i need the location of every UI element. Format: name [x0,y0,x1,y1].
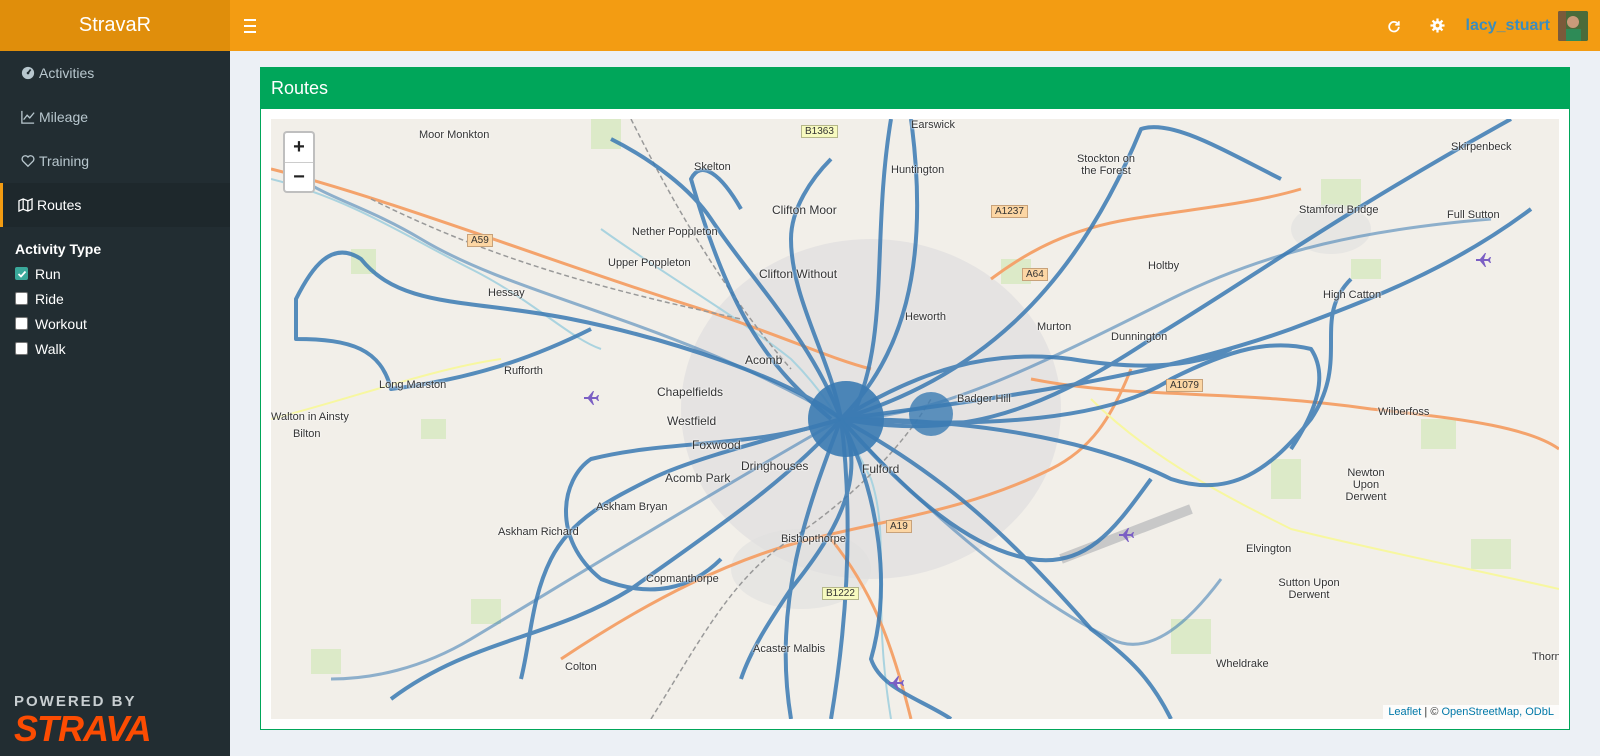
place-label: Holtby [1148,260,1180,272]
settings-button[interactable] [1416,0,1460,51]
place-label: Chapelfields [657,385,724,399]
place-label: Full Sutton [1447,209,1500,221]
place-label: Acomb [745,353,783,367]
place-label: Thorn [1532,651,1559,663]
place-label: Askham Richard [498,526,579,538]
place-label: Murton [1037,321,1072,333]
routes-box: Routes + − Earswick Moor Monkton Skelton… [260,67,1570,730]
username-link[interactable]: lacy_stuart [1460,17,1559,35]
place-label: Sutton Upon Derwent [1278,577,1340,601]
check-icon [17,270,26,278]
road-label: B1363 [801,125,838,138]
activity-type-ride[interactable]: Ride [0,286,230,311]
place-label: Dunnington [1111,331,1168,343]
activity-type-heading: Activity Type [15,241,102,257]
place-label: Wilberfoss [1378,406,1430,418]
sidebar-item-training[interactable]: Training [0,139,230,183]
checkbox-workout[interactable] [15,317,28,330]
checkbox-ride[interactable] [15,292,28,305]
checkbox-run[interactable] [15,267,28,280]
checkbox-walk[interactable] [15,342,28,355]
place-label: Elvington [1246,543,1292,555]
line-chart-icon [21,110,35,124]
zoom-in-button[interactable]: + [285,133,313,162]
refresh-icon [1387,20,1400,32]
place-label: Nether Poppleton [632,226,718,238]
place-label: Walton in Ainsty [271,411,349,423]
zoom-control: + − [283,131,315,193]
map-icon [18,198,33,212]
hamburger-icon [244,17,256,35]
dashboard-icon [21,66,35,80]
place-label: Heworth [905,311,946,323]
road-label: A1079 [1166,379,1203,392]
place-label: Acomb Park [665,471,731,485]
sidebar-item-label: Training [39,153,90,169]
avatar[interactable] [1558,10,1588,41]
top-navbar: lacy_stuart [230,0,1600,51]
road-label: A59 [467,234,493,247]
sidebar-item-mileage[interactable]: Mileage [0,95,230,139]
place-label: Huntington [891,164,945,176]
place-label: Newton Upon Derwent [1345,467,1387,503]
place-label: Bishopthorpe [781,533,846,545]
place-label: High Catton [1323,289,1382,301]
checkbox-label: Walk [35,340,66,357]
place-label: Rufforth [504,365,543,377]
app-title: StravaR [78,14,152,36]
sidebar-item-routes[interactable]: Routes [0,183,230,227]
place-label: Badger Hill [957,393,1011,405]
place-label: Skelton [694,161,731,173]
checkbox-label: Run [35,265,61,282]
place-label: Earswick [911,119,956,131]
sidebar-item-label: Routes [37,197,82,213]
place-label: Fulford [862,462,900,476]
place-label: Copmanthorpe [646,573,719,585]
place-label: Stamford Bridge [1299,204,1379,216]
checkbox-label: Ride [35,290,64,307]
road-label: A1237 [991,205,1028,218]
sidebar: Activities Mileage Training Routes Activ… [0,51,230,756]
zoom-out-button[interactable]: − [285,162,313,191]
place-label: Skirpenbeck [1451,141,1512,153]
activity-type-workout[interactable]: Workout [0,311,230,336]
sidebar-item-activities[interactable]: Activities [0,51,230,95]
routes-map[interactable]: + − Earswick Moor Monkton Skelton Huntin… [271,119,1559,719]
place-label: Moor Monkton [419,129,490,141]
navbar-right: lacy_stuart [1372,0,1600,51]
sidebar-item-label: Activities [39,65,95,81]
place-label: Foxwood [692,438,741,452]
map-attribution: Leaflet | © OpenStreetMap, ODbL [1383,705,1559,719]
place-label: Long Marston [379,379,447,391]
activity-type-run[interactable]: Run [0,261,230,286]
osm-link[interactable]: OpenStreetMap, ODbL [1441,706,1554,718]
sidebar-toggle-button[interactable] [230,0,270,51]
place-label: Askham Bryan [596,501,668,513]
attribution-separator: | © [1421,706,1442,718]
heart-icon [21,155,35,168]
strava-logo: STRAVA [14,708,152,749]
leaflet-link[interactable]: Leaflet [1388,706,1421,718]
road-label: A64 [1022,268,1048,281]
place-label: Stockton on the Forest [1076,153,1136,177]
road-label: A19 [886,520,912,533]
place-label: Clifton Moor [772,203,837,217]
refresh-button[interactable] [1372,0,1416,51]
place-label: Colton [565,661,597,673]
sidebar-item-label: Mileage [39,109,89,125]
place-label: Dringhouses [741,459,809,473]
place-label: Acaster Malbis [753,643,826,655]
road-label: B1222 [822,587,859,600]
gear-icon [1430,18,1445,33]
checkbox-label: Workout [35,315,87,332]
app-logo[interactable]: StravaR [0,0,230,51]
place-label: Wheldrake [1216,658,1269,670]
box-title: Routes [261,68,1569,109]
place-label: Bilton [293,428,321,440]
place-label: Westfield [667,414,717,428]
place-label: Upper Poppleton [608,257,691,269]
place-label: Hessay [488,287,525,299]
place-label: Clifton Without [759,267,838,281]
activity-type-walk[interactable]: Walk [0,336,230,361]
